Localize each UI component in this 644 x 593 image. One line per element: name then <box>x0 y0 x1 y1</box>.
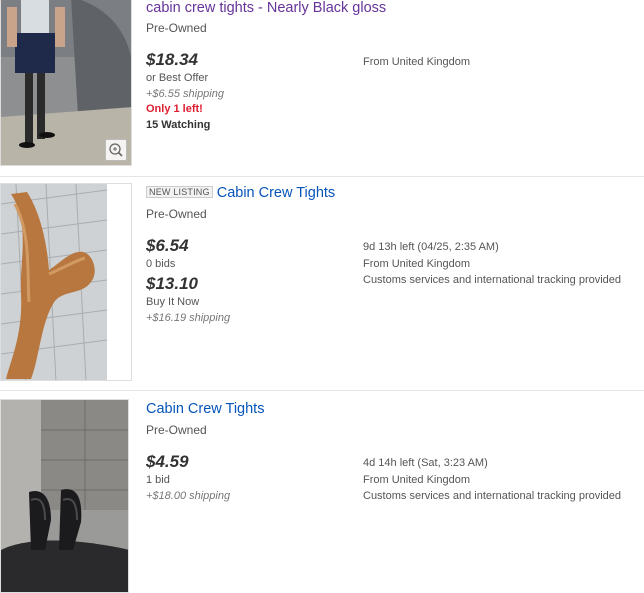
listing-3-time-left: 4d 14h left (Sat, 3:23 AM) <box>363 457 488 469</box>
zoom-icon[interactable] <box>105 139 127 161</box>
listing-item-3: Cabin Crew Tights Pre-Owned $4.59 1 bid … <box>0 391 644 593</box>
listing-3-condition: Pre-Owned <box>146 423 207 437</box>
listing-item-1: cabin crew tights - Nearly Black gloss P… <box>0 0 644 176</box>
listing-2-location: From United Kingdom <box>363 258 470 270</box>
listing-item-2: NEW LISTING Cabin Crew Tights Pre-Owned $… <box>0 177 644 390</box>
listing-1-urgency: Only 1 left! <box>146 103 203 115</box>
listing-2-time-left: 9d 13h left (04/25, 2:35 AM) <box>363 241 499 253</box>
listing-1-watching: 15 Watching <box>146 119 211 131</box>
listing-1-shipping: +$6.55 shipping <box>146 88 224 100</box>
listing-2-customs: Customs services and international track… <box>363 274 622 286</box>
listing-1-price: $18.34 <box>146 50 198 69</box>
listing-3-price: $4.59 <box>146 452 189 471</box>
listing-3-bid-count: 1 bid <box>146 474 170 486</box>
listing-1-condition: Pre-Owned <box>146 21 207 35</box>
listing-2-bid-price: $6.54 <box>146 236 189 255</box>
listing-1-best-offer: or Best Offer <box>146 72 209 84</box>
new-listing-badge: NEW LISTING <box>146 186 213 198</box>
listing-2-title-link[interactable]: Cabin Crew Tights <box>217 185 335 201</box>
listing-2-title-row: NEW LISTING Cabin Crew Tights <box>146 185 335 201</box>
listing-3-location: From United Kingdom <box>363 474 470 486</box>
listing-2-bin-price: $13.10 <box>146 274 198 293</box>
listing-1-location: From United Kingdom <box>363 56 470 68</box>
listing-2-thumbnail[interactable] <box>0 183 132 381</box>
listing-2-condition: Pre-Owned <box>146 207 207 221</box>
listing-1-thumbnail[interactable] <box>0 0 132 166</box>
listing-3-customs: Customs services and international track… <box>363 490 622 502</box>
listing-2-shipping: +$16.19 shipping <box>146 312 231 324</box>
listing-2-bid-count: 0 bids <box>146 258 176 270</box>
listing-3-title-link[interactable]: Cabin Crew Tights <box>146 401 264 417</box>
listing-3-shipping: +$18.00 shipping <box>146 490 231 502</box>
listing-3-thumbnail[interactable] <box>0 399 129 593</box>
listing-2-buy-it-now: Buy It Now <box>146 296 200 308</box>
listing-1-title-link[interactable]: cabin crew tights - Nearly Black gloss <box>146 0 386 16</box>
